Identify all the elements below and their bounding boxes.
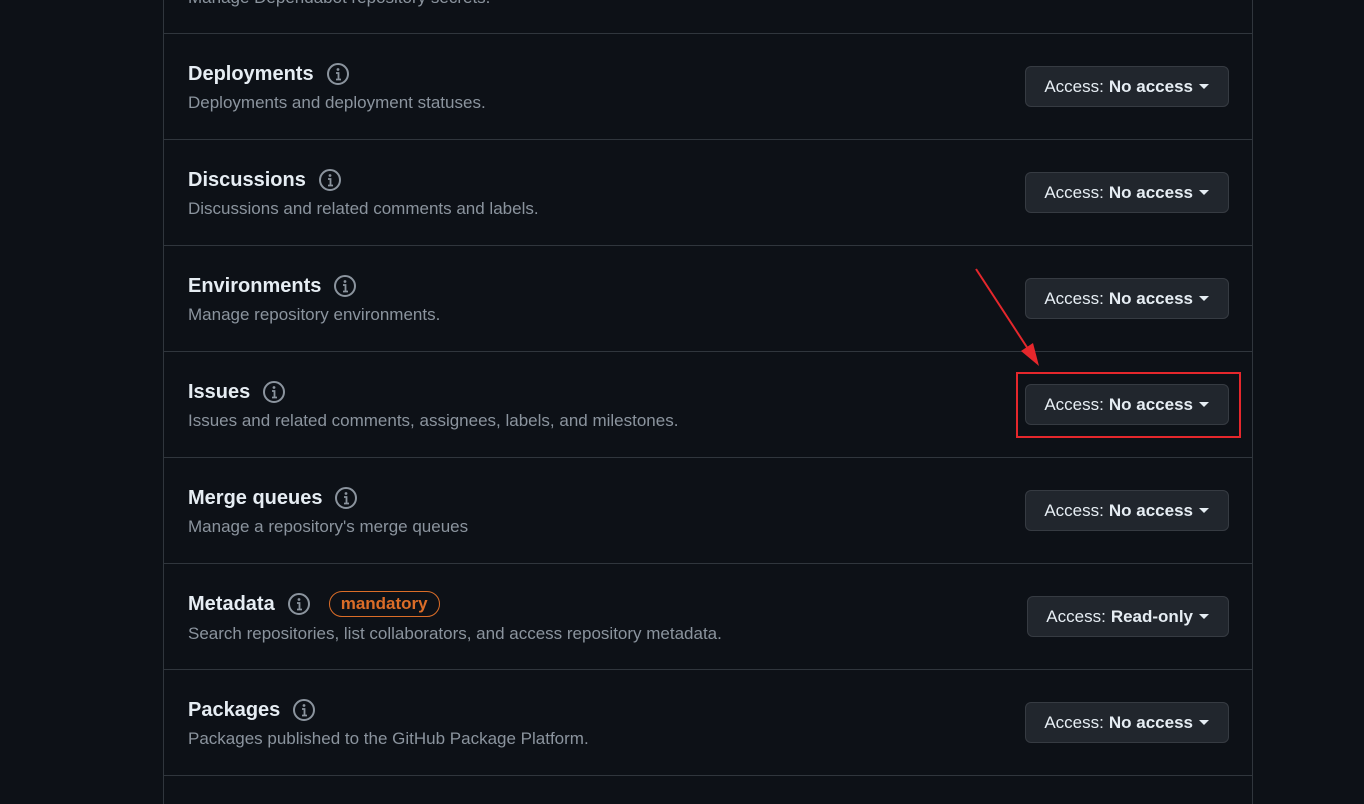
permission-title: Merge queues xyxy=(188,486,323,509)
triangle-down-icon xyxy=(1199,614,1209,619)
permission-title: Discussions xyxy=(188,168,306,191)
access-label: Access: xyxy=(1044,288,1104,308)
access-label: Access: xyxy=(1044,182,1104,202)
permission-description: Manage repository environments. xyxy=(188,305,441,324)
permission-row-merge-queues: Merge queues Manage a repository's merge… xyxy=(164,458,1252,564)
permission-title: Environments xyxy=(188,274,322,297)
access-dropdown-button[interactable]: Access: No access xyxy=(1025,172,1229,213)
triangle-down-icon xyxy=(1199,720,1209,725)
permission-title: Packages xyxy=(188,698,281,721)
access-dropdown-button[interactable]: Access: No access xyxy=(1025,66,1229,107)
info-icon[interactable] xyxy=(287,592,311,616)
access-dropdown-button[interactable]: Access: No access xyxy=(1025,384,1229,425)
access-value: No access xyxy=(1108,288,1193,308)
permission-title: Metadata xyxy=(188,592,275,615)
permission-title: Deployments xyxy=(188,62,314,85)
access-label: Access: xyxy=(1044,394,1104,414)
access-value: No access xyxy=(1108,500,1193,520)
permission-row-environments: Environments Manage repository environme… xyxy=(164,246,1252,352)
mandatory-badge: mandatory xyxy=(328,591,440,617)
info-icon[interactable] xyxy=(334,486,358,510)
permission-description: Search repositories, list collaborators,… xyxy=(188,624,722,643)
access-value: No access xyxy=(1108,182,1193,202)
info-icon[interactable] xyxy=(326,62,350,86)
access-dropdown-button[interactable]: Access: No access xyxy=(1025,702,1229,743)
access-label: Access: xyxy=(1044,500,1104,520)
triangle-down-icon xyxy=(1199,190,1209,195)
permissions-panel: Manage Dependabot repository secrets. De… xyxy=(163,0,1253,804)
triangle-down-icon xyxy=(1199,402,1209,407)
permission-row-packages: Packages Packages published to the GitHu… xyxy=(164,670,1252,776)
permission-row-deployments: Deployments Deployments and deployment s… xyxy=(164,34,1252,140)
access-label: Access: xyxy=(1044,76,1104,96)
permission-row-issues: Issues Issues and related comments, assi… xyxy=(164,352,1252,458)
triangle-down-icon xyxy=(1199,296,1209,301)
permission-description: Manage Dependabot repository secrets. xyxy=(188,0,490,8)
access-value: No access xyxy=(1108,712,1193,732)
info-icon[interactable] xyxy=(333,274,357,298)
access-value: No access xyxy=(1108,76,1193,96)
access-value: Read-only xyxy=(1110,606,1193,626)
access-dropdown-button[interactable]: Access: Read-only xyxy=(1027,596,1229,637)
permission-title: Issues xyxy=(188,380,251,403)
access-label: Access: xyxy=(1044,712,1104,732)
permission-description: Discussions and related comments and lab… xyxy=(188,199,539,218)
triangle-down-icon xyxy=(1199,84,1209,89)
info-icon[interactable] xyxy=(292,698,316,722)
permission-row-discussions: Discussions Discussions and related comm… xyxy=(164,140,1252,246)
permission-description: Issues and related comments, assignees, … xyxy=(188,411,679,430)
access-label: Access: xyxy=(1046,606,1106,626)
info-icon[interactable] xyxy=(318,168,342,192)
info-icon[interactable] xyxy=(262,380,286,404)
access-dropdown-button[interactable]: Access: No access xyxy=(1025,278,1229,319)
permission-description: Packages published to the GitHub Package… xyxy=(188,729,589,748)
permission-row-metadata: Metadata mandatory Search repositories, … xyxy=(164,564,1252,670)
permission-row-dependabot-secrets: Manage Dependabot repository secrets. xyxy=(164,0,1252,34)
permission-description: Deployments and deployment statuses. xyxy=(188,93,486,112)
triangle-down-icon xyxy=(1199,508,1209,513)
access-dropdown-button[interactable]: Access: No access xyxy=(1025,490,1229,531)
permission-description: Manage a repository's merge queues xyxy=(188,517,469,536)
access-value: No access xyxy=(1108,394,1193,414)
